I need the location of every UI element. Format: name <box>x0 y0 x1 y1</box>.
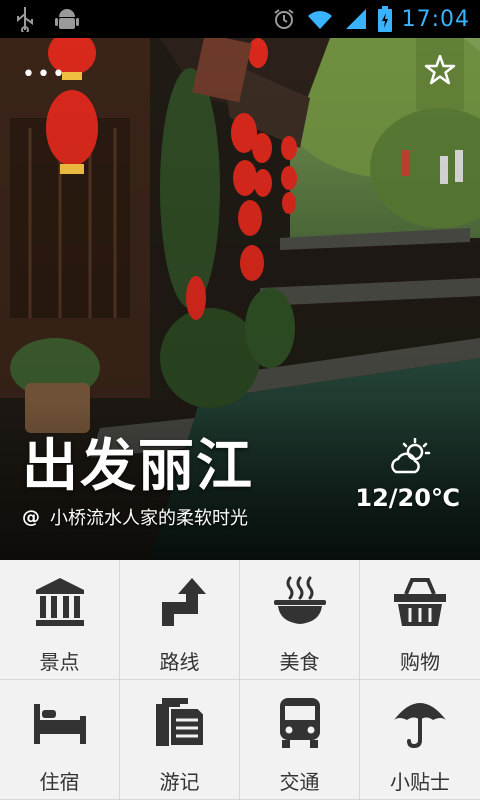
menu-item-tips[interactable]: 小贴士 <box>360 680 480 800</box>
menu-item-attractions[interactable]: 景点 <box>0 560 120 680</box>
menu-label: 景点 <box>39 650 80 674</box>
category-grid: 景点 路线 美食 购物 住宿 游记 交通 小贴士 <box>0 560 480 800</box>
food-bowl-icon <box>273 576 326 624</box>
battery-charging-icon <box>377 6 392 32</box>
destination-subtitle: @ 小桥流水人家的柔软时光 <box>22 504 248 530</box>
menu-label: 路线 <box>159 650 200 674</box>
usb-icon <box>17 7 33 32</box>
weather-widget: 12/20℃ <box>350 438 460 512</box>
menu-label: 美食 <box>279 650 320 674</box>
destination-title: 出发丽江 <box>22 434 254 499</box>
umbrella-icon <box>394 703 446 749</box>
menu-item-transport[interactable]: 交通 <box>240 680 360 800</box>
partly-cloudy-icon <box>391 438 431 474</box>
menu-label: 小贴士 <box>390 770 450 794</box>
menu-label: 游记 <box>159 770 200 794</box>
favorite-button[interactable] <box>416 38 464 110</box>
menu-label: 购物 <box>400 650 440 674</box>
status-bar: 17:04 <box>0 0 480 38</box>
menu-item-travelogue[interactable]: 游记 <box>120 680 240 800</box>
wifi-icon <box>307 11 332 29</box>
more-dots-icon: ••• <box>22 62 67 87</box>
menu-item-shopping[interactable]: 购物 <box>360 560 480 680</box>
alarm-icon <box>273 9 294 29</box>
menu-item-lodging[interactable]: 住宿 <box>0 680 120 800</box>
subtitle-text: 小桥流水人家的柔软时光 <box>50 508 248 529</box>
android-debug-icon <box>55 9 79 29</box>
landmark-icon <box>35 578 84 626</box>
menu-label: 住宿 <box>39 770 80 794</box>
signal-icon <box>345 9 366 29</box>
subtitle-at-sign: @ <box>22 506 40 528</box>
route-turn-icon <box>161 578 206 626</box>
weather-temperature: 12/20℃ <box>355 484 460 512</box>
hero-banner: ••• 出发丽江 @ 小桥流水人家的柔软时光 12/20℃ <box>0 38 480 560</box>
notes-icon <box>155 698 205 747</box>
bus-icon <box>279 698 320 748</box>
menu-item-food[interactable]: 美食 <box>240 560 360 680</box>
bed-icon <box>33 704 86 744</box>
more-menu-button[interactable]: ••• <box>22 62 67 87</box>
menu-item-routes[interactable]: 路线 <box>120 560 240 680</box>
menu-label: 交通 <box>279 770 320 794</box>
status-time: 17:04 <box>401 6 470 32</box>
shopping-basket-icon <box>394 578 446 626</box>
